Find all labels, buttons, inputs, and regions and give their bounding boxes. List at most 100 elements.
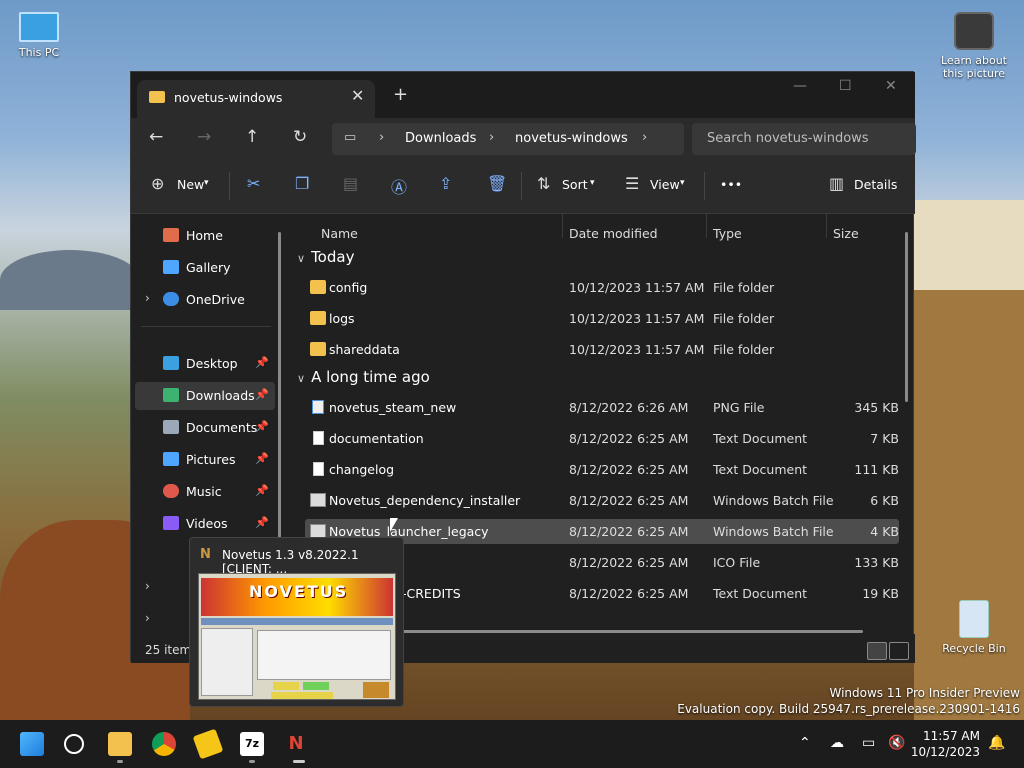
sidebar-item-downloads[interactable]: Downloads 📌 [135, 382, 275, 410]
details-button[interactable]: Details [854, 177, 897, 192]
chrome-icon[interactable] [152, 732, 176, 756]
learn-about-picture-icon[interactable]: Learn about this picture [939, 12, 1009, 80]
file-name: documentation [329, 431, 424, 446]
up-icon[interactable]: ↑ [245, 127, 259, 147]
forward-icon[interactable]: → [197, 127, 211, 147]
search-placeholder: Search novetus-windows [707, 131, 869, 146]
chevron-up-icon[interactable]: ⌃ [799, 735, 811, 751]
close-window-icon[interactable]: ✕ [885, 78, 897, 94]
more-options-button[interactable]: ••• [720, 177, 742, 192]
this-pc-desktop-icon[interactable]: This PC [4, 12, 74, 59]
cloud-icon [163, 292, 179, 306]
column-header-date[interactable]: Date modified [569, 226, 658, 241]
new-tab-button[interactable]: + [393, 84, 408, 105]
sidebar-item-gallery[interactable]: Gallery [135, 254, 275, 282]
chevron-right-icon[interactable]: › [145, 579, 150, 593]
sidebar-item-documents[interactable]: Documents 📌 [135, 414, 275, 442]
group-header-today[interactable]: ∨ Today [297, 248, 354, 266]
network-icon[interactable]: ☁ [830, 735, 844, 751]
sidebar-item-pictures[interactable]: Pictures 📌 [135, 446, 275, 474]
close-tab-icon[interactable]: ✕ [351, 86, 364, 105]
system-clock[interactable]: 11:57 AM 10/12/2023 [911, 728, 980, 760]
folder-icon [310, 342, 326, 356]
cut-icon[interactable]: ✂ [247, 174, 260, 193]
list-item[interactable]: config 10/12/2023 11:57 AM File folder [305, 275, 899, 300]
column-header-size[interactable]: Size [833, 226, 859, 241]
music-icon [163, 484, 179, 498]
sidebar-item-videos[interactable]: Videos 📌 [135, 510, 275, 538]
town-right [914, 200, 1024, 300]
chevron-right-icon[interactable]: › [379, 130, 384, 145]
copy-icon[interactable]: ❐ [295, 174, 309, 193]
pin-icon: 📌 [255, 452, 269, 465]
address-bar[interactable]: ▭ › Downloads › novetus-windows › [332, 123, 684, 155]
novetus-taskbar-icon[interactable]: N [284, 732, 308, 756]
display-icon[interactable]: ▭ [862, 735, 875, 751]
watermark-build: Evaluation copy. Build 25947.rs_prerelea… [677, 702, 1020, 716]
tiles-view-icon[interactable] [889, 642, 909, 660]
clock-date: 10/12/2023 [910, 745, 980, 759]
notification-bell-icon[interactable]: 🔔 [988, 735, 1005, 751]
breadcrumb-downloads[interactable]: Downloads [405, 131, 476, 146]
file-size: 6 KB [870, 493, 899, 508]
chevron-right-icon[interactable]: › [642, 130, 647, 145]
7zip-icon[interactable]: 7z [240, 732, 264, 756]
back-icon[interactable]: ← [149, 127, 163, 147]
refresh-icon[interactable]: ↻ [293, 127, 307, 147]
chevron-right-icon[interactable]: › [145, 291, 150, 305]
sidebar-item-desktop[interactable]: Desktop 📌 [135, 350, 275, 378]
delete-icon[interactable]: 🗑 [487, 174, 507, 193]
window-preview[interactable]: NOVETUS [198, 573, 396, 700]
divider [229, 172, 230, 200]
tab-novetus-windows[interactable]: novetus-windows ✕ [137, 80, 375, 118]
file-date: 10/12/2023 11:57 AM [569, 342, 705, 357]
chevron-right-icon[interactable]: › [489, 130, 494, 145]
list-item[interactable]: documentation 8/12/2022 6:25 AM Text Doc… [305, 426, 899, 451]
search-input[interactable]: Search novetus-windows [692, 123, 916, 155]
recycle-bin-icon[interactable]: Recycle Bin [939, 600, 1009, 655]
start-windows-icon[interactable] [20, 732, 44, 756]
command-bar: ⊕ New ▾ ✂ ❐ ▤ Ⓐ ⇪ 🗑 ⇅ Sort ▾ ☰ View ▾ ••… [131, 160, 915, 214]
list-item[interactable]: novetus_steam_new 8/12/2022 6:26 AM PNG … [305, 395, 899, 420]
column-header-name[interactable]: Name [321, 226, 358, 241]
file-date: 8/12/2022 6:25 AM [569, 493, 689, 508]
file-explorer-icon[interactable] [108, 732, 132, 756]
view-button[interactable]: View [650, 177, 680, 192]
preview-image [363, 682, 389, 698]
column-header-type[interactable]: Type [713, 226, 742, 241]
file-name: logs [329, 311, 355, 326]
bridge-right [914, 290, 1024, 720]
file-size: 19 KB [862, 586, 899, 601]
minimize-icon[interactable]: — [793, 78, 807, 94]
sort-button[interactable]: Sort [562, 177, 588, 192]
rename-icon[interactable]: Ⓐ [391, 174, 407, 198]
batch-file-icon [310, 524, 326, 538]
volume-muted-icon[interactable]: 🔇 [888, 735, 905, 751]
paste-icon[interactable]: ▤ [343, 174, 358, 193]
file-size: 133 KB [854, 555, 899, 570]
maximize-icon[interactable]: ☐ [839, 78, 852, 94]
monitor-icon [19, 12, 59, 42]
new-button[interactable]: New [177, 177, 204, 192]
vertical-scrollbar[interactable] [905, 232, 908, 402]
sidebar-item-music[interactable]: Music 📌 [135, 478, 275, 506]
preview-left-panel [201, 628, 253, 696]
taskbar: 7z N ⌃ ☁ ▭ 🔇 11:57 AM 10/12/2023 🔔 [0, 720, 1024, 768]
sidebar-item-label: Home [186, 228, 223, 243]
learn-label: Learn about this picture [941, 54, 1007, 80]
notes-icon[interactable] [192, 728, 224, 760]
details-view-icon[interactable] [867, 642, 887, 660]
breadcrumb-novetus-windows[interactable]: novetus-windows [515, 131, 628, 146]
group-header-older[interactable]: ∨ A long time ago [297, 368, 430, 386]
sidebar-item-home[interactable]: Home [135, 222, 275, 250]
search-icon[interactable] [64, 734, 84, 754]
list-item[interactable]: shareddata 10/12/2023 11:57 AM File fold… [305, 337, 899, 362]
taskbar-thumbnail-preview[interactable]: N Novetus 1.3 v8.2022.1 [CLIENT: ... NOV… [189, 537, 404, 707]
sidebar-item-onedrive[interactable]: › OneDrive [135, 286, 275, 314]
list-item[interactable]: logs 10/12/2023 11:57 AM File folder [305, 306, 899, 331]
chevron-right-icon[interactable]: › [145, 611, 150, 625]
file-size: 345 KB [854, 400, 899, 415]
list-item[interactable]: changelog 8/12/2022 6:25 AM Text Documen… [305, 457, 899, 482]
list-item[interactable]: Novetus_dependency_installer 8/12/2022 6… [305, 488, 899, 513]
share-icon[interactable]: ⇪ [439, 174, 452, 193]
